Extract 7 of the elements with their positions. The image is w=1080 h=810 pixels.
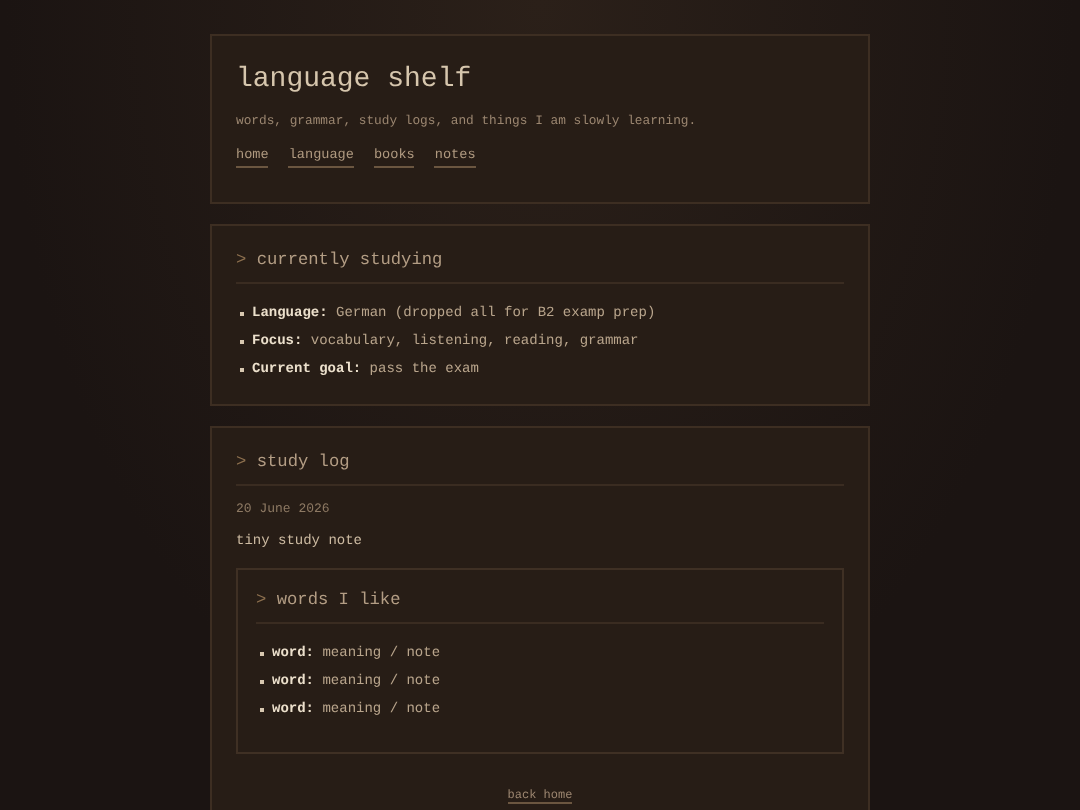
prompt-mark: > bbox=[256, 590, 267, 610]
prompt-mark: > bbox=[236, 250, 247, 270]
section-heading: study log bbox=[256, 452, 350, 472]
section-heading: currently studying bbox=[256, 250, 443, 270]
section-heading: words I like bbox=[276, 590, 401, 610]
prompt-mark: > bbox=[236, 452, 247, 472]
site-title: language shelf bbox=[236, 64, 474, 96]
